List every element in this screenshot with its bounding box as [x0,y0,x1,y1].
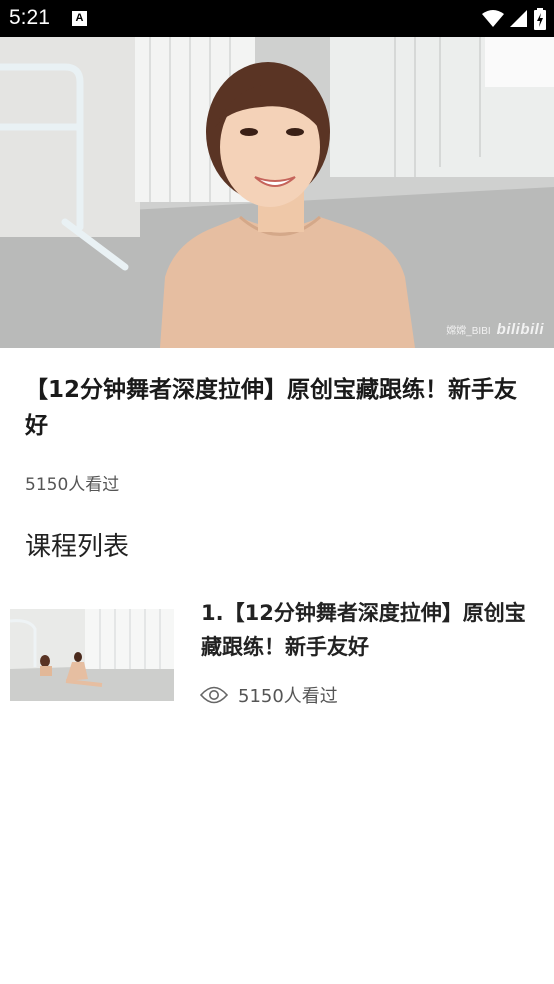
video-title: 【12分钟舞者深度拉伸】原创宝藏跟练！新手友好 [25,377,518,439]
video-player[interactable]: 嫦嫦_BIBI bilibili [0,37,554,348]
bilibili-logo: bilibili [496,321,544,338]
course-view-count: 5150人看过 [238,686,338,707]
course-title[interactable]: 1.【12分钟舞者深度拉伸】原创宝藏跟练！新手友好 [201,596,541,664]
thumbnail-image [10,609,174,701]
video-watermark: 嫦嫦_BIBI bilibili [446,321,544,338]
section-title: 课程列表 [25,532,130,562]
wifi-icon [482,10,504,27]
status-time: 5:21 [9,6,50,29]
video-frame [0,37,554,348]
watermark-text: 嫦嫦_BIBI [446,326,491,337]
a-icon: A [72,11,87,26]
battery-charging-icon [534,8,546,30]
signal-icon [510,10,527,27]
eye-icon [200,686,228,704]
status-icons [482,8,546,30]
course-list-item[interactable]: 1.【12分钟舞者深度拉伸】原创宝藏跟练！新手友好 5150人看过 [0,590,554,720]
course-thumbnail[interactable] [10,609,174,701]
view-count: 5150人看过 [25,475,120,495]
course-views: 5150人看过 [200,682,338,708]
status-bar: 5:21 A [0,0,554,37]
